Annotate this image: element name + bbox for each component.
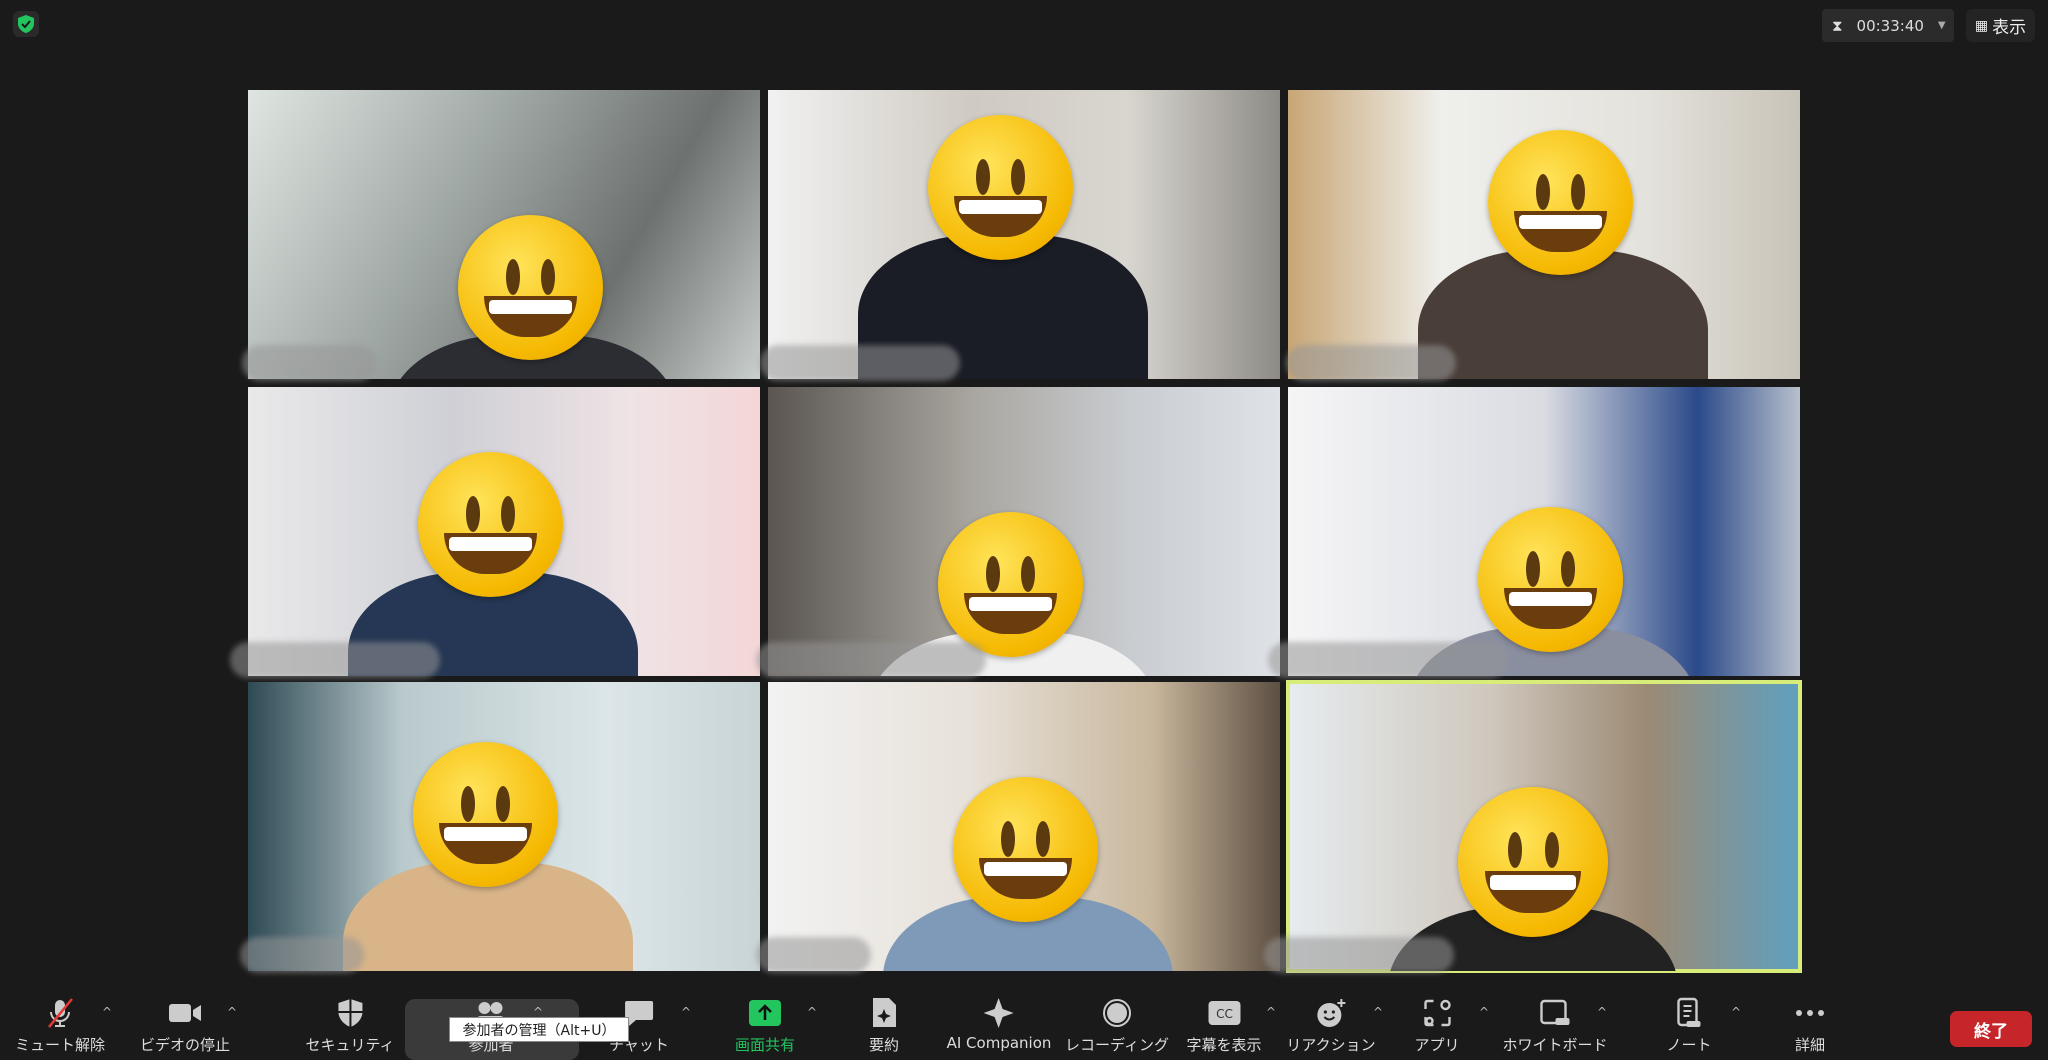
participant-name-label <box>756 642 986 678</box>
participant-name-label <box>1286 345 1456 381</box>
grid-icon: ▦ <box>1974 17 1989 34</box>
chevron-up-icon[interactable]: ^ <box>1266 1005 1276 1019</box>
chevron-up-icon[interactable]: ^ <box>1597 1005 1607 1019</box>
record-icon <box>1102 996 1132 1030</box>
svg-text:CC: CC <box>1216 1007 1233 1021</box>
notes-icon <box>1676 996 1702 1030</box>
smiley-face-icon <box>1488 130 1633 275</box>
participant-video-tile[interactable] <box>768 90 1280 379</box>
smiley-face-icon <box>1478 507 1623 652</box>
shield-icon <box>337 996 363 1030</box>
participant-video-tile[interactable] <box>768 682 1280 971</box>
chevron-down-icon: ▼ <box>1937 20 1946 31</box>
toolbar-button-apps[interactable]: アプリ <box>1414 996 1460 1060</box>
smiley-face-icon <box>938 512 1083 657</box>
apps-icon <box>1423 996 1451 1030</box>
toolbar-label: セキュリティ <box>305 1036 395 1054</box>
toolbar-label: ミュート解除 <box>14 1036 106 1054</box>
end-meeting-button[interactable]: 終了 <box>1950 1011 2032 1047</box>
timer-value: 00:33:40 <box>1856 16 1924 35</box>
toolbar-label: ビデオの停止 <box>139 1036 231 1054</box>
toolbar-button-more[interactable]: 詳細 <box>1795 996 1825 1060</box>
toolbar-label: ノート <box>1666 1036 1712 1054</box>
toolbar-button-shield[interactable]: セキュリティ <box>305 996 395 1060</box>
participant-name-label <box>240 937 364 973</box>
participant-video-tile[interactable] <box>248 90 760 379</box>
smiley-face-icon <box>418 452 563 597</box>
toolbar-label: 字幕を表示 <box>1186 1036 1262 1054</box>
participant-video-tile[interactable] <box>1286 680 1802 973</box>
view-button[interactable]: ▦ 表示 <box>1966 9 2035 42</box>
toolbar-button-video[interactable]: ビデオの停止 <box>140 996 230 1060</box>
participant-name-label <box>242 345 376 381</box>
toolbar-button-summary[interactable]: 要約 <box>869 996 899 1060</box>
reaction-icon <box>1316 996 1346 1030</box>
smiley-face-icon <box>413 742 558 887</box>
summary-icon <box>871 996 897 1030</box>
participant-video-tile[interactable] <box>768 387 1280 676</box>
toolbar-button-notes[interactable]: ノート <box>1666 996 1712 1060</box>
toolbar-label: リアクション <box>1286 1036 1376 1054</box>
participants-tooltip: 参加者の管理（Alt+U） <box>449 1017 629 1042</box>
toolbar-button-share-screen[interactable]: 画面共有 <box>735 996 795 1060</box>
toolbar-button-cc[interactable]: CC 字幕を表示 <box>1186 996 1262 1060</box>
participant-video-tile[interactable] <box>1288 90 1800 379</box>
sparkle-icon <box>983 996 1015 1030</box>
chevron-up-icon[interactable]: ^ <box>1373 1005 1383 1019</box>
more-icon <box>1795 996 1825 1030</box>
video-icon <box>168 996 202 1030</box>
meeting-timer[interactable]: ⧗ 00:33:40 ▼ <box>1822 9 1954 42</box>
cc-icon: CC <box>1207 996 1240 1030</box>
share-screen-icon <box>748 996 781 1030</box>
smiley-face-icon <box>928 115 1073 260</box>
chevron-up-icon[interactable]: ^ <box>1479 1005 1489 1019</box>
toolbar-label: 画面共有 <box>734 1036 796 1054</box>
toolbar-label: AI Companion <box>946 1034 1052 1052</box>
toolbar-button-mic-muted[interactable]: ミュート解除 <box>15 996 105 1060</box>
participant-name-label <box>756 937 871 973</box>
chevron-up-icon[interactable]: ^ <box>102 1005 112 1019</box>
participant-name-label <box>1264 937 1454 973</box>
participant-video-tile[interactable] <box>248 682 760 971</box>
hourglass-icon: ⧗ <box>1832 16 1843 35</box>
toolbar-label: 要約 <box>868 1036 900 1054</box>
whiteboard-icon <box>1539 996 1571 1030</box>
participant-name-label <box>230 642 440 678</box>
participant-name-label <box>1268 642 1508 678</box>
encryption-shield-icon[interactable] <box>13 11 39 37</box>
participant-video-tile[interactable] <box>1288 387 1800 676</box>
smiley-face-icon <box>458 215 603 360</box>
chevron-up-icon[interactable]: ^ <box>1731 1005 1741 1019</box>
toolbar-label: レコーディング <box>1065 1036 1169 1054</box>
view-label: 表示 <box>1992 18 2027 38</box>
toolbar-button-whiteboard[interactable]: ホワイトボード <box>1502 996 1608 1060</box>
toolbar-label: ホワイトボード <box>1502 1036 1608 1054</box>
smiley-face-icon <box>953 777 1098 922</box>
chevron-up-icon[interactable]: ^ <box>227 1005 237 1019</box>
participant-video-tile[interactable] <box>248 387 760 676</box>
chevron-up-icon[interactable]: ^ <box>681 1005 691 1019</box>
toolbar-button-reaction[interactable]: リアクション <box>1286 996 1376 1060</box>
smiley-face-icon <box>1458 787 1608 937</box>
chevron-up-icon[interactable]: ^ <box>807 1005 817 1019</box>
toolbar-button-record[interactable]: レコーディング <box>1065 996 1169 1060</box>
toolbar-label: 詳細 <box>1794 1036 1826 1054</box>
mic-muted-icon <box>45 996 75 1030</box>
toolbar-label: アプリ <box>1414 1036 1460 1054</box>
participant-name-label <box>760 345 960 381</box>
toolbar-button-sparkle[interactable]: AI Companion <box>946 996 1052 1060</box>
